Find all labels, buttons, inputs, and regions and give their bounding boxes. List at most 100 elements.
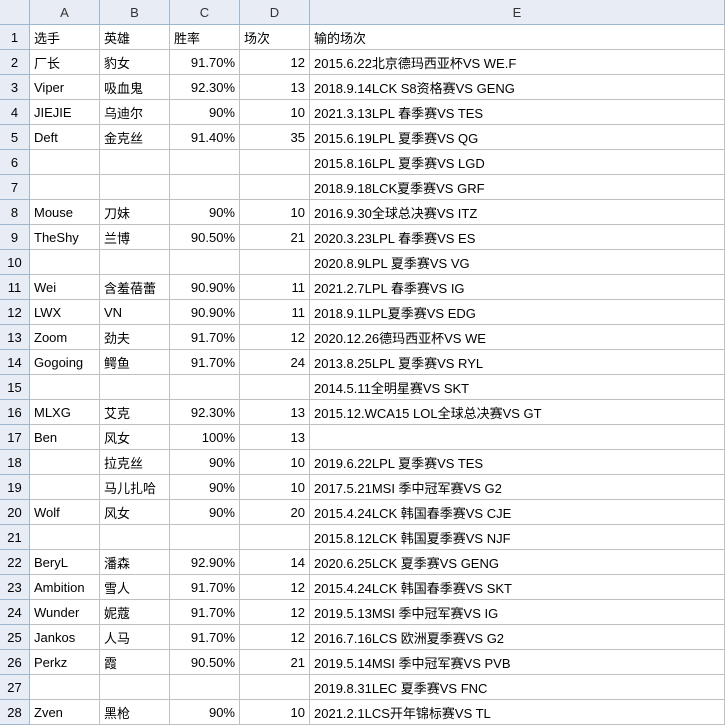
cell-d[interactable]: [240, 250, 310, 275]
cell-b[interactable]: 潘森: [100, 550, 170, 575]
cell-a[interactable]: TheShy: [30, 225, 100, 250]
cell-b[interactable]: [100, 675, 170, 700]
row-header[interactable]: 14: [0, 350, 30, 375]
cell-b[interactable]: [100, 175, 170, 200]
cell-b[interactable]: 艾克: [100, 400, 170, 425]
cell-c[interactable]: [170, 375, 240, 400]
cell-d[interactable]: 13: [240, 75, 310, 100]
spreadsheet-grid[interactable]: A B C D E 1选手英雄胜率场次输的场次2厂长豹女91.70%122015…: [0, 0, 725, 725]
cell-e[interactable]: 2021.3.13LPL 春季赛VS TES: [310, 100, 725, 125]
cell-d[interactable]: 21: [240, 650, 310, 675]
cell-a[interactable]: Zoom: [30, 325, 100, 350]
cell-e[interactable]: 2020.12.26德玛西亚杯VS WE: [310, 325, 725, 350]
cell-b[interactable]: 劲夫: [100, 325, 170, 350]
cell-d[interactable]: 12: [240, 325, 310, 350]
corner-cell[interactable]: [0, 0, 30, 25]
cell-b[interactable]: 风女: [100, 500, 170, 525]
cell-d[interactable]: 场次: [240, 25, 310, 50]
cell-d[interactable]: [240, 375, 310, 400]
cell-c[interactable]: 90%: [170, 450, 240, 475]
cell-d[interactable]: 20: [240, 500, 310, 525]
cell-b[interactable]: 英雄: [100, 25, 170, 50]
cell-a[interactable]: BeryL: [30, 550, 100, 575]
cell-d[interactable]: 12: [240, 575, 310, 600]
cell-a[interactable]: Ben: [30, 425, 100, 450]
cell-b[interactable]: 兰博: [100, 225, 170, 250]
cell-d[interactable]: 12: [240, 625, 310, 650]
cell-e[interactable]: 2019.5.13MSI 季中冠军赛VS IG: [310, 600, 725, 625]
cell-e[interactable]: 2018.9.14LCK S8资格赛VS GENG: [310, 75, 725, 100]
row-header[interactable]: 20: [0, 500, 30, 525]
row-header[interactable]: 17: [0, 425, 30, 450]
cell-a[interactable]: [30, 150, 100, 175]
row-header[interactable]: 27: [0, 675, 30, 700]
cell-c[interactable]: 92.30%: [170, 75, 240, 100]
row-header[interactable]: 7: [0, 175, 30, 200]
cell-d[interactable]: 10: [240, 475, 310, 500]
cell-a[interactable]: [30, 450, 100, 475]
cell-a[interactable]: MLXG: [30, 400, 100, 425]
cell-a[interactable]: Wolf: [30, 500, 100, 525]
cell-b[interactable]: 风女: [100, 425, 170, 450]
cell-e[interactable]: 2015.8.12LCK 韩国夏季赛VS NJF: [310, 525, 725, 550]
cell-e[interactable]: 输的场次: [310, 25, 725, 50]
cell-e[interactable]: 2019.5.14MSI 季中冠军赛VS PVB: [310, 650, 725, 675]
cell-d[interactable]: 13: [240, 425, 310, 450]
cell-e[interactable]: 2015.12.WCA15 LOL全球总决赛VS GT: [310, 400, 725, 425]
cell-c[interactable]: 91.70%: [170, 575, 240, 600]
cell-a[interactable]: [30, 675, 100, 700]
cell-e[interactable]: 2020.8.9LPL 夏季赛VS VG: [310, 250, 725, 275]
cell-d[interactable]: 35: [240, 125, 310, 150]
cell-c[interactable]: 90%: [170, 475, 240, 500]
cell-d[interactable]: 12: [240, 600, 310, 625]
cell-c[interactable]: 91.40%: [170, 125, 240, 150]
col-header-d[interactable]: D: [240, 0, 310, 25]
cell-b[interactable]: 霞: [100, 650, 170, 675]
cell-b[interactable]: [100, 150, 170, 175]
cell-e[interactable]: 2019.6.22LPL 夏季赛VS TES: [310, 450, 725, 475]
row-header[interactable]: 5: [0, 125, 30, 150]
cell-d[interactable]: 11: [240, 275, 310, 300]
row-header[interactable]: 15: [0, 375, 30, 400]
cell-a[interactable]: LWX: [30, 300, 100, 325]
cell-a[interactable]: Wunder: [30, 600, 100, 625]
row-header[interactable]: 21: [0, 525, 30, 550]
cell-b[interactable]: 乌迪尔: [100, 100, 170, 125]
cell-d[interactable]: 12: [240, 50, 310, 75]
cell-b[interactable]: [100, 250, 170, 275]
cell-b[interactable]: [100, 375, 170, 400]
col-header-b[interactable]: B: [100, 0, 170, 25]
cell-c[interactable]: [170, 150, 240, 175]
cell-b[interactable]: 雪人: [100, 575, 170, 600]
cell-b[interactable]: 豹女: [100, 50, 170, 75]
row-header[interactable]: 28: [0, 700, 30, 725]
cell-d[interactable]: 10: [240, 100, 310, 125]
cell-c[interactable]: [170, 250, 240, 275]
cell-e[interactable]: 2015.6.19LPL 夏季赛VS QG: [310, 125, 725, 150]
row-header[interactable]: 1: [0, 25, 30, 50]
row-header[interactable]: 11: [0, 275, 30, 300]
cell-e[interactable]: 2015.8.16LPL 夏季赛VS LGD: [310, 150, 725, 175]
cell-b[interactable]: 妮蔻: [100, 600, 170, 625]
cell-d[interactable]: 10: [240, 200, 310, 225]
cell-e[interactable]: 2015.6.22北京德玛西亚杯VS WE.F: [310, 50, 725, 75]
row-header[interactable]: 24: [0, 600, 30, 625]
cell-b[interactable]: 鳄鱼: [100, 350, 170, 375]
cell-a[interactable]: 选手: [30, 25, 100, 50]
cell-c[interactable]: 100%: [170, 425, 240, 450]
cell-a[interactable]: [30, 475, 100, 500]
cell-a[interactable]: 厂长: [30, 50, 100, 75]
cell-a[interactable]: Ambition: [30, 575, 100, 600]
cell-d[interactable]: [240, 525, 310, 550]
cell-e[interactable]: 2017.5.21MSI 季中冠军赛VS G2: [310, 475, 725, 500]
cell-c[interactable]: 91.70%: [170, 350, 240, 375]
cell-c[interactable]: 90%: [170, 700, 240, 725]
cell-b[interactable]: 马儿扎哈: [100, 475, 170, 500]
cell-c[interactable]: 91.70%: [170, 625, 240, 650]
row-header[interactable]: 3: [0, 75, 30, 100]
cell-e[interactable]: 2020.3.23LPL 春季赛VS ES: [310, 225, 725, 250]
cell-d[interactable]: 24: [240, 350, 310, 375]
cell-a[interactable]: [30, 375, 100, 400]
cell-a[interactable]: Jankos: [30, 625, 100, 650]
cell-b[interactable]: 金克丝: [100, 125, 170, 150]
